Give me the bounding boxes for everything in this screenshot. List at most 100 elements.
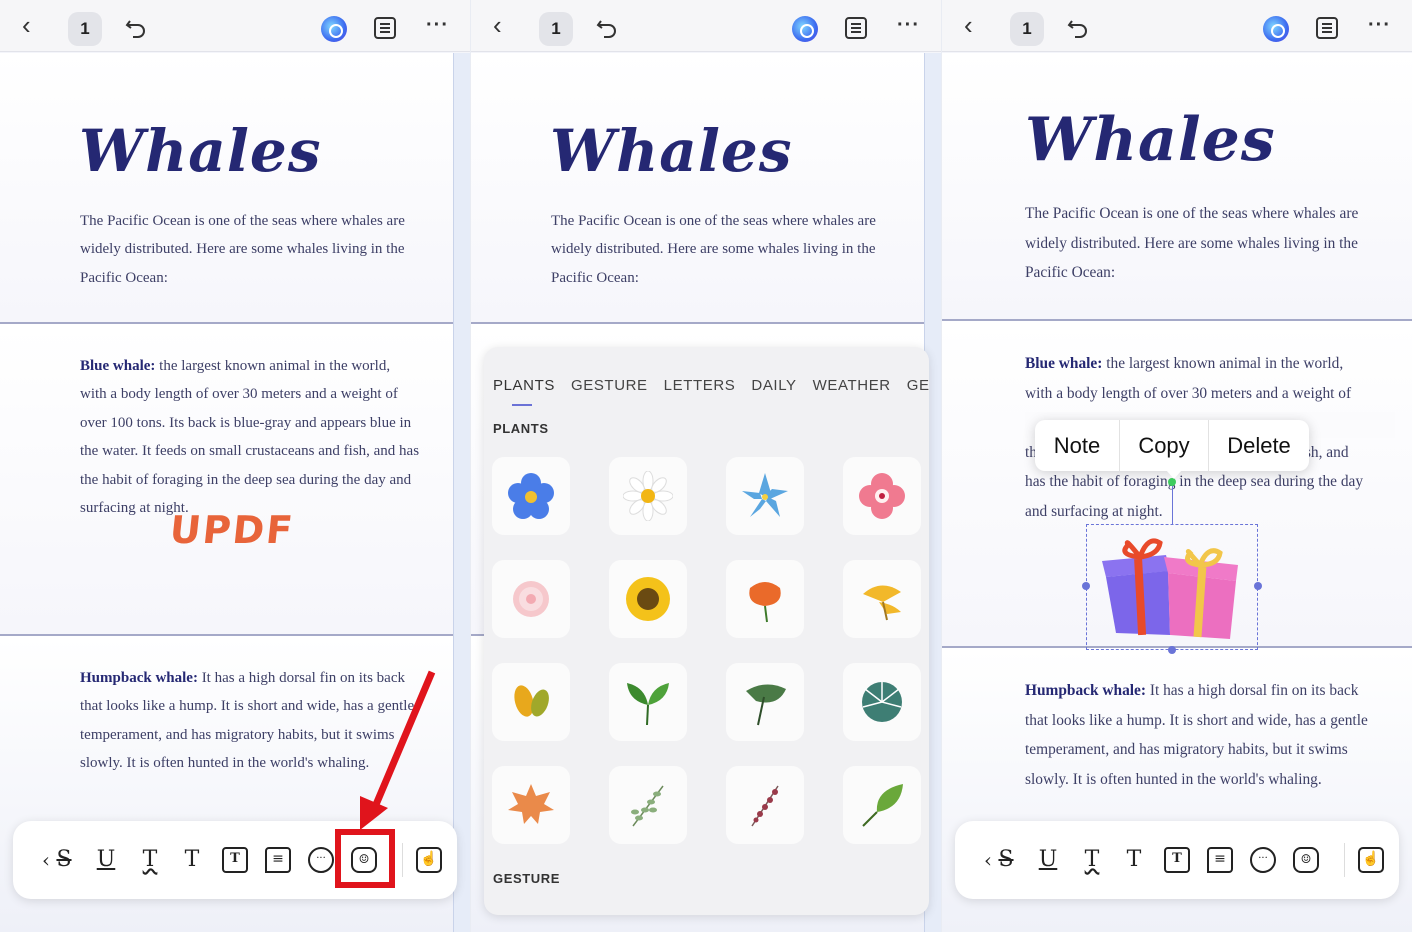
palm-leaf-icon[interactable] [843, 663, 921, 741]
intro-paragraph: The Pacific Ocean is one of the seas whe… [80, 213, 405, 286]
squiggly-underline-icon[interactable]: T [137, 847, 163, 873]
undo-icon[interactable] [1066, 15, 1090, 39]
chevron-left-icon[interactable]: ‹ [964, 12, 988, 38]
humpback-label: Humpback whale: [80, 670, 198, 686]
copy-menu-item[interactable]: Copy [1120, 420, 1208, 471]
blue-whale-label: Blue whale: [1025, 355, 1103, 372]
blue-whale-paragraph: Blue whale: the largest known animal in … [80, 352, 420, 522]
pink-hibiscus-icon[interactable] [843, 457, 921, 535]
daisy-icon[interactable] [609, 457, 687, 535]
intro-section: Whales The Pacific Ocean is one of the s… [942, 53, 1412, 321]
ai-assistant-icon[interactable] [1263, 16, 1289, 42]
blue-whale-label: Blue whale: [80, 358, 156, 374]
green-leaf-icon[interactable] [843, 766, 921, 844]
screen-panel-3: ‹ 1 ··· Whales The Pacific Ocean is one … [942, 0, 1412, 932]
annotation-toolbar: ‹ S U T T T ≡ ··· ☺ ☝ [955, 821, 1399, 899]
ai-assistant-icon[interactable] [321, 16, 347, 42]
updf-stamp[interactable]: UPDF [168, 508, 297, 552]
resize-handle-bottom[interactable] [1168, 646, 1176, 654]
monstera-branch-icon[interactable] [726, 663, 804, 741]
lavender-sprig-icon[interactable] [726, 766, 804, 844]
ai-assistant-icon[interactable] [792, 16, 818, 42]
outline-list-icon[interactable] [374, 17, 396, 39]
outline-list-icon[interactable] [1316, 17, 1338, 39]
humpback-paragraph: Humpback whale: It has a high dorsal fin… [1025, 676, 1370, 794]
tab-gesture[interactable]: GESTURE [571, 377, 648, 394]
toolbar-divider [402, 843, 403, 877]
chevron-left-icon[interactable]: ‹ [22, 12, 46, 38]
sticker-category-tabs: PLANTS GESTURE LETTERS DAILY WEATHER GEOM [493, 377, 929, 395]
humpback-label: Humpback whale: [1025, 682, 1147, 699]
context-menu: Note Copy Delete [1035, 420, 1309, 471]
active-tab-indicator [512, 404, 532, 406]
undo-icon[interactable] [124, 15, 148, 39]
gift-box-icon[interactable] [1098, 535, 1244, 641]
more-horizontal-icon[interactable]: ··· [1368, 14, 1391, 37]
tab-letters[interactable]: LETTERS [664, 377, 736, 394]
text-callout-icon[interactable]: ≡ [1207, 847, 1233, 873]
screen-panel-2: ‹ 1 ··· Whales The Pacific Ocean is one … [471, 0, 941, 932]
section-label-gesture: GESTURE [493, 871, 561, 886]
orange-poppy-icon[interactable] [726, 560, 804, 638]
top-bar: ‹ 1 ··· [942, 0, 1412, 52]
strikethrough-icon[interactable]: S [51, 847, 77, 873]
intro-section: Whales The Pacific Ocean is one of the s… [471, 53, 924, 324]
sticker-highlight-box [335, 829, 395, 888]
resize-handle-left[interactable] [1082, 582, 1090, 590]
blue-lily-icon[interactable] [726, 457, 804, 535]
green-sprout-icon[interactable] [609, 663, 687, 741]
text-icon[interactable]: T [1121, 847, 1147, 873]
context-menu-pointer [1166, 470, 1182, 479]
screen-panel-1: ‹ 1 ··· Whales The Pacific Ocean is one … [0, 0, 470, 932]
hand-tool-icon[interactable]: ☝ [416, 847, 442, 873]
tab-daily[interactable]: DAILY [751, 377, 796, 394]
ginkgo-leaf-icon[interactable] [843, 560, 921, 638]
page-edge [453, 53, 470, 932]
rotate-handle[interactable] [1168, 478, 1176, 486]
page-number-button[interactable]: 1 [68, 12, 102, 46]
pink-chrysanthemum-icon[interactable] [492, 560, 570, 638]
eucalyptus-sprig-icon[interactable] [609, 766, 687, 844]
text-icon[interactable]: T [179, 847, 205, 873]
underline-icon[interactable]: U [93, 847, 119, 873]
intro-paragraph: The Pacific Ocean is one of the seas whe… [551, 213, 876, 286]
outline-list-icon[interactable] [845, 17, 867, 39]
top-bar: ‹ 1 ··· [0, 0, 470, 52]
red-arrow-annotation [360, 670, 436, 830]
maple-leaf-icon[interactable] [492, 766, 570, 844]
blue-whale-text: the largest known animal in the world, w… [80, 358, 420, 517]
text-callout-icon[interactable]: ≡ [265, 847, 291, 873]
chevron-left-icon[interactable]: ‹ [493, 12, 517, 38]
more-horizontal-icon[interactable]: ··· [897, 14, 920, 37]
strikethrough-icon[interactable]: S [993, 847, 1019, 873]
comment-icon[interactable]: ··· [1250, 847, 1276, 873]
blue-flower-icon[interactable] [492, 457, 570, 535]
tab-plants[interactable]: PLANTS [493, 377, 555, 394]
sticker-icon[interactable]: ☺ [1293, 847, 1319, 873]
toolbar-divider [1344, 843, 1345, 877]
squiggly-underline-icon[interactable]: T [1079, 847, 1105, 873]
note-menu-item[interactable]: Note [1035, 420, 1119, 471]
page-number-button[interactable]: 1 [539, 12, 573, 46]
hand-tool-icon[interactable]: ☝ [1358, 847, 1384, 873]
intro-paragraph: The Pacific Ocean is one of the seas whe… [1025, 205, 1359, 282]
section-label-plants: PLANTS [493, 421, 549, 436]
sunflower-icon[interactable] [609, 560, 687, 638]
page-title: Whales [79, 117, 322, 185]
comment-icon[interactable]: ··· [308, 847, 334, 873]
pdf-page: Whales The Pacific Ocean is one of the s… [942, 53, 1412, 932]
resize-handle-right[interactable] [1254, 582, 1262, 590]
tab-geometry[interactable]: GEOM [907, 377, 929, 394]
undo-icon[interactable] [595, 15, 619, 39]
blue-whale-section: Blue whale: the largest known animal in … [0, 326, 453, 636]
yellow-leaves-icon[interactable] [492, 663, 570, 741]
page-number-button[interactable]: 1 [1010, 12, 1044, 46]
delete-menu-item[interactable]: Delete [1209, 420, 1309, 471]
text-box-icon[interactable]: T [222, 847, 248, 873]
underline-icon[interactable]: U [1035, 847, 1061, 873]
page-title: Whales [550, 117, 793, 185]
sticker-picker: PLANTS GESTURE LETTERS DAILY WEATHER GEOM PLA… [484, 347, 929, 915]
more-horizontal-icon[interactable]: ··· [426, 14, 449, 37]
tab-weather[interactable]: WEATHER [813, 377, 891, 394]
text-box-icon[interactable]: T [1164, 847, 1190, 873]
